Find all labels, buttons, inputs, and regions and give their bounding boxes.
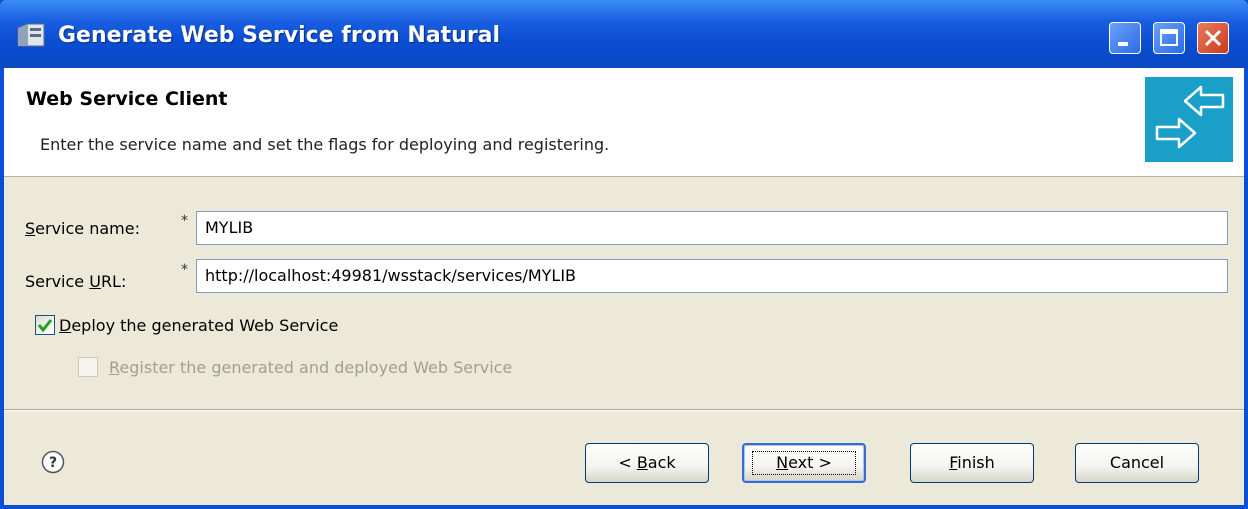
required-marker: * xyxy=(181,262,188,278)
dialog-client-area: Web Service Client Enter the service nam… xyxy=(4,68,1244,505)
wizard-app-icon xyxy=(17,23,45,47)
window-title: Generate Web Service from Natural xyxy=(58,23,501,48)
minimize-button[interactable] xyxy=(1109,22,1141,54)
service-url-input[interactable]: http://localhost:49981/wsstack/services/… xyxy=(196,259,1228,293)
service-name-input[interactable]: MYLIB xyxy=(196,211,1228,245)
help-icon[interactable]: ? xyxy=(41,450,65,474)
back-button[interactable]: < Back xyxy=(585,443,709,483)
focus-indicator xyxy=(752,451,856,475)
page-description: Enter the service name and set the flags… xyxy=(40,135,610,154)
title-bar[interactable]: Generate Web Service from Natural xyxy=(0,0,1248,68)
next-button[interactable]: Next > xyxy=(742,443,866,483)
service-url-label: Service URL: xyxy=(25,272,127,291)
register-checkbox[interactable] xyxy=(78,357,98,377)
maximize-button[interactable] xyxy=(1153,22,1185,54)
page-title: Web Service Client xyxy=(26,88,228,110)
finish-button[interactable]: Finish xyxy=(910,443,1034,483)
deploy-checkbox-label[interactable]: Deploy the generated Web Service xyxy=(59,316,338,335)
close-icon xyxy=(1204,29,1222,47)
wizard-header: Web Service Client Enter the service nam… xyxy=(4,68,1244,177)
minimize-icon xyxy=(1118,42,1128,46)
close-button[interactable] xyxy=(1197,22,1229,54)
service-name-label: Service name: xyxy=(25,219,140,238)
web-service-arrows-icon xyxy=(1145,77,1233,162)
checkmark-icon xyxy=(37,319,53,333)
footer-separator xyxy=(4,409,1244,411)
cancel-button[interactable]: Cancel xyxy=(1075,443,1199,483)
svg-text:?: ? xyxy=(49,455,57,471)
deploy-checkbox[interactable] xyxy=(35,315,55,335)
wizard-window: Generate Web Service from Natural Web Se… xyxy=(0,0,1248,509)
required-marker: * xyxy=(181,213,188,229)
maximize-icon xyxy=(1160,29,1178,46)
register-checkbox-label[interactable]: Register the generated and deployed Web … xyxy=(109,358,512,377)
